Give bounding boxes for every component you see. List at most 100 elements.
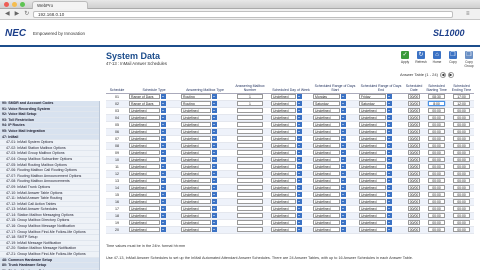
range-start-select[interactable]: Undefined <box>313 143 341 148</box>
dropdown-arrow-icon[interactable] <box>341 150 347 155</box>
dropdown-arrow-icon[interactable] <box>387 157 393 162</box>
scheduled-date-input[interactable]: 00/00 <box>407 164 421 169</box>
dropdown-arrow-icon[interactable] <box>211 115 217 120</box>
dropdown-arrow-icon[interactable] <box>211 199 217 204</box>
mailbox-number-input[interactable] <box>236 128 264 134</box>
schedule-type-select[interactable]: Undefined <box>129 164 160 169</box>
range-start-select[interactable]: Undefined <box>313 136 341 141</box>
schedule-type-select[interactable]: Undefined <box>129 171 160 176</box>
ending-time-input[interactable]: 00:00 <box>453 185 470 190</box>
schedule-type-select[interactable]: Undefined <box>129 108 160 113</box>
zoom-window-button[interactable] <box>20 2 25 7</box>
mailbox-number-input[interactable] <box>236 163 264 169</box>
scheduled-date-input[interactable]: 00/00 <box>407 178 421 183</box>
dropdown-arrow-icon[interactable] <box>296 178 302 183</box>
dropdown-arrow-icon[interactable] <box>211 136 217 141</box>
refresh-button[interactable]: ↻ Refresh <box>414 51 428 67</box>
range-start-select[interactable]: Monday <box>313 94 341 99</box>
mailbox-number-input[interactable] <box>236 135 264 141</box>
mailbox-type-select[interactable]: Undefined <box>181 227 211 232</box>
ending-time-input[interactable]: 00:00 <box>453 136 470 141</box>
dropdown-arrow-icon[interactable] <box>387 129 393 134</box>
schedule-type-select[interactable]: Undefined <box>129 122 160 127</box>
starting-time-input[interactable]: 00:00 <box>428 206 445 211</box>
scheduled-date-input[interactable]: 00/00 <box>407 220 421 225</box>
scheduled-date-input[interactable]: 00/00 <box>407 108 421 113</box>
dropdown-arrow-icon[interactable] <box>387 94 393 99</box>
dropdown-arrow-icon[interactable] <box>341 220 347 225</box>
mailbox-type-select[interactable]: Undefined <box>181 108 211 113</box>
ending-time-input[interactable]: 00:00 <box>453 213 470 218</box>
range-end-select[interactable]: Undefined <box>359 164 387 169</box>
schedule-type-select[interactable]: Undefined <box>129 199 160 204</box>
starting-time-input[interactable]: 08:30 <box>428 94 445 99</box>
ending-time-input[interactable]: 00:00 <box>453 108 470 113</box>
dropdown-arrow-icon[interactable] <box>296 199 302 204</box>
dropdown-arrow-icon[interactable] <box>211 122 217 127</box>
dropdown-arrow-icon[interactable] <box>211 108 217 113</box>
scheduled-date-input[interactable]: 00/00 <box>407 206 421 211</box>
range-start-select[interactable]: Undefined <box>313 185 341 190</box>
dropdown-arrow-icon[interactable] <box>341 171 347 176</box>
dropdown-arrow-icon[interactable] <box>387 178 393 183</box>
dropdown-arrow-icon[interactable] <box>387 150 393 155</box>
schedule-type-select[interactable]: Undefined <box>129 185 160 190</box>
dropdown-arrow-icon[interactable] <box>341 115 347 120</box>
range-end-select[interactable]: Undefined <box>359 220 387 225</box>
dropdown-arrow-icon[interactable] <box>296 143 302 148</box>
dropdown-arrow-icon[interactable] <box>341 178 347 183</box>
dropdown-arrow-icon[interactable] <box>296 206 302 211</box>
dropdown-arrow-icon[interactable] <box>211 192 217 197</box>
dropdown-arrow-icon[interactable] <box>296 108 302 113</box>
mailbox-number-input[interactable] <box>236 156 264 162</box>
ending-time-input[interactable]: 00:00 <box>453 227 470 232</box>
day-of-week-select[interactable]: Undefined <box>271 122 296 127</box>
day-of-week-select[interactable]: Undefined <box>271 171 296 176</box>
mailbox-number-input[interactable] <box>236 149 264 155</box>
apply-button[interactable]: ✓ Apply <box>398 51 412 67</box>
mailbox-number-input[interactable] <box>236 219 264 225</box>
day-of-week-select[interactable]: Undefined <box>271 227 296 232</box>
starting-time-input[interactable]: 00:00 <box>428 143 445 148</box>
dropdown-arrow-icon[interactable] <box>341 129 347 134</box>
dropdown-arrow-icon[interactable] <box>341 213 347 218</box>
day-of-week-select[interactable]: Undefined <box>271 199 296 204</box>
dropdown-arrow-icon[interactable] <box>161 157 166 162</box>
scheduled-date-input[interactable]: 00/00 <box>407 199 421 204</box>
starting-time-input[interactable]: 00:00 <box>428 136 445 141</box>
range-start-select[interactable]: Undefined <box>313 171 341 176</box>
mailbox-type-select[interactable]: Undefined <box>181 129 211 134</box>
range-end-select[interactable]: Undefined <box>359 157 387 162</box>
starting-time-input[interactable]: 00:00 <box>428 164 445 169</box>
starting-time-input[interactable]: 00:00 <box>428 192 445 197</box>
dropdown-arrow-icon[interactable] <box>341 227 347 232</box>
ending-time-input[interactable]: 00:00 <box>453 157 470 162</box>
ending-time-input[interactable]: 00:00 <box>453 171 470 176</box>
dropdown-arrow-icon[interactable] <box>387 171 393 176</box>
range-start-select[interactable]: Undefined <box>313 115 341 120</box>
scheduled-date-input[interactable]: 00/00 <box>407 94 421 99</box>
dropdown-arrow-icon[interactable] <box>341 143 347 148</box>
dropdown-arrow-icon[interactable] <box>296 136 302 141</box>
dropdown-arrow-icon[interactable] <box>211 143 217 148</box>
day-of-week-select[interactable]: Undefined <box>271 157 296 162</box>
day-of-week-select[interactable]: Undefined <box>271 108 296 113</box>
mailbox-type-select[interactable]: Undefined <box>181 122 211 127</box>
schedule-type-select[interactable]: Undefined <box>129 227 160 232</box>
dropdown-arrow-icon[interactable] <box>211 101 217 106</box>
schedule-type-select[interactable]: Undefined <box>129 150 160 155</box>
range-end-select[interactable]: Undefined <box>359 213 387 218</box>
range-start-select[interactable]: Undefined <box>313 122 341 127</box>
dropdown-arrow-icon[interactable] <box>296 150 302 155</box>
dropdown-arrow-icon[interactable] <box>161 94 166 99</box>
starting-time-input[interactable]: 00:00 <box>428 115 445 120</box>
starting-time-input[interactable]: 00:00 <box>428 150 445 155</box>
dropdown-arrow-icon[interactable] <box>161 171 166 176</box>
scheduled-date-input[interactable]: 00/00 <box>407 122 421 127</box>
mailbox-type-select[interactable]: Undefined <box>181 115 211 120</box>
range-end-select[interactable]: Undefined <box>359 129 387 134</box>
dropdown-arrow-icon[interactable] <box>211 220 217 225</box>
mailbox-type-select[interactable]: Undefined <box>181 192 211 197</box>
range-start-select[interactable]: Undefined <box>313 164 341 169</box>
day-of-week-select[interactable]: Undefined <box>271 150 296 155</box>
